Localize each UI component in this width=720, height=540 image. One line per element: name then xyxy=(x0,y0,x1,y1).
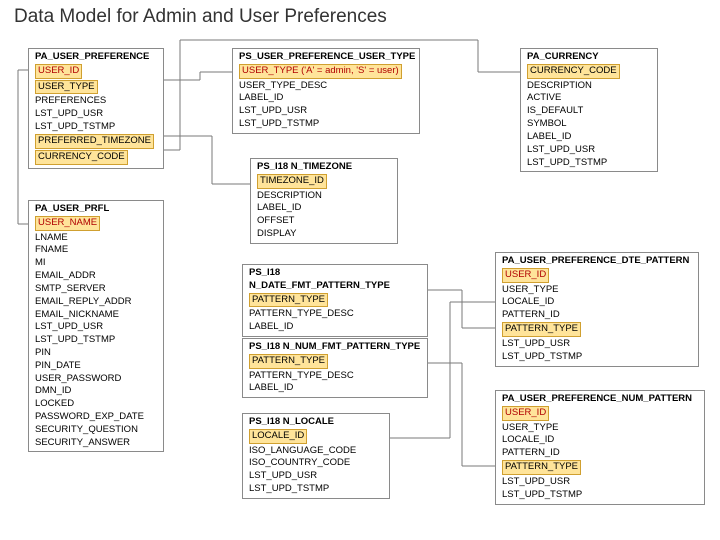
entity-name: PA_CURRENCY xyxy=(525,51,653,64)
entity-field: USER_NAME xyxy=(33,216,159,232)
entity-field: LST_UPD_USR xyxy=(500,476,700,489)
entity-field: LOCALE_ID xyxy=(500,434,700,447)
entity-name: PA_USER_PREFERENCE_NUM_PATTERN xyxy=(500,393,700,406)
entity-field: LST_UPD_TSTMP xyxy=(33,334,159,347)
entity-field: EMAIL_ADDR xyxy=(33,270,159,283)
entity-name: PA_USER_PREFERENCE_DTE_PATTERN xyxy=(500,255,694,268)
entity-field: LST_UPD_USR xyxy=(247,470,385,483)
entity-field: LST_UPD_TSTMP xyxy=(500,489,700,502)
entity-field: USER_TYPE ('A' = admin, 'S' = user) xyxy=(237,64,415,80)
entity-field: LST_UPD_TSTMP xyxy=(237,118,415,131)
entity-field: LOCALE_ID xyxy=(500,296,694,309)
entity-pa-user-prfl: PA_USER_PRFLUSER_NAMELNAMEFNAMEMIEMAIL_A… xyxy=(28,200,164,452)
entity-field: USER_PASSWORD xyxy=(33,373,159,386)
page-title: Data Model for Admin and User Preference… xyxy=(14,6,387,28)
entity-field: PATTERN_ID xyxy=(500,447,700,460)
entity-field: PREFERENCES xyxy=(33,95,159,108)
entity-field: MI xyxy=(33,257,159,270)
entity-field: CURRENCY_CODE xyxy=(33,150,159,166)
entity-field: PATTERN_TYPE xyxy=(247,293,423,309)
entity-field: SECURITY_QUESTION xyxy=(33,424,159,437)
entity-field: ISO_LANGUAGE_CODE xyxy=(247,445,385,458)
entity-field: LABEL_ID xyxy=(237,92,415,105)
entity-field: PATTERN_TYPE xyxy=(247,354,423,370)
entity-pa-currency: PA_CURRENCYCURRENCY_CODEDESCRIPTIONACTIV… xyxy=(520,48,658,172)
entity-field: EMAIL_REPLY_ADDR xyxy=(33,296,159,309)
entity-field: LST_UPD_USR xyxy=(33,321,159,334)
entity-field: LST_UPD_USR xyxy=(500,338,694,351)
entity-field: PIN_DATE xyxy=(33,360,159,373)
entity-field: USER_TYPE xyxy=(500,284,694,297)
entity-field: SYMBOL xyxy=(525,118,653,131)
entity-name: PS_I18 N_DATE_FMT_PATTERN_TYPE xyxy=(247,267,423,293)
entity-field: FNAME xyxy=(33,244,159,257)
entity-field: USER_ID xyxy=(500,268,694,284)
entity-field: DESCRIPTION xyxy=(525,80,653,93)
entity-field: LST_UPD_USR xyxy=(237,105,415,118)
entity-name: PS_USER_PREFERENCE_USER_TYPE xyxy=(237,51,415,64)
entity-field: PREFERRED_TIMEZONE xyxy=(33,134,159,150)
entity-ps-i18n-locale: PS_I18 N_LOCALELOCALE_IDISO_LANGUAGE_COD… xyxy=(242,413,390,499)
entity-field: LST_UPD_USR xyxy=(525,144,653,157)
entity-field: LST_UPD_TSTMP xyxy=(525,157,653,170)
entity-field: IS_DEFAULT xyxy=(525,105,653,118)
entity-field: SECURITY_ANSWER xyxy=(33,437,159,450)
entity-name: PA_USER_PREFERENCE xyxy=(33,51,159,64)
entity-field: LST_UPD_TSTMP xyxy=(33,121,159,134)
entity-name: PS_I18 N_TIMEZONE xyxy=(255,161,393,174)
entity-pa-user-preference-num-pattern: PA_USER_PREFERENCE_NUM_PATTERNUSER_IDUSE… xyxy=(495,390,705,505)
entity-ps-i18n-num-fmt-pattern-type: PS_I18 N_NUM_FMT_PATTERN_TYPEPATTERN_TYP… xyxy=(242,338,428,398)
entity-field: USER_TYPE_DESC xyxy=(237,80,415,93)
entity-field: CURRENCY_CODE xyxy=(525,64,653,80)
entity-ps-user-preference-user-type: PS_USER_PREFERENCE_USER_TYPEUSER_TYPE ('… xyxy=(232,48,420,134)
entity-field: LST_UPD_TSTMP xyxy=(500,351,694,364)
entity-ps-i18n-timezone: PS_I18 N_TIMEZONETIMEZONE_IDDESCRIPTIONL… xyxy=(250,158,398,244)
entity-field: PATTERN_TYPE_DESC xyxy=(247,308,423,321)
entity-field: EMAIL_NICKNAME xyxy=(33,309,159,322)
entity-name: PA_USER_PRFL xyxy=(33,203,159,216)
entity-field: PATTERN_TYPE xyxy=(500,322,694,338)
entity-field: LNAME xyxy=(33,232,159,245)
entity-field: DMN_ID xyxy=(33,385,159,398)
entity-name: PS_I18 N_NUM_FMT_PATTERN_TYPE xyxy=(247,341,423,354)
entity-field: ISO_COUNTRY_CODE xyxy=(247,457,385,470)
entity-name: PS_I18 N_LOCALE xyxy=(247,416,385,429)
entity-field: USER_ID xyxy=(500,406,700,422)
entity-field: USER_TYPE xyxy=(33,80,159,96)
entity-field: PATTERN_TYPE_DESC xyxy=(247,370,423,383)
entity-field: ACTIVE xyxy=(525,92,653,105)
entity-field: OFFSET xyxy=(255,215,393,228)
entity-field: LABEL_ID xyxy=(247,382,423,395)
entity-pa-user-preference: PA_USER_PREFERENCEUSER_IDUSER_TYPEPREFER… xyxy=(28,48,164,169)
entity-field: TIMEZONE_ID xyxy=(255,174,393,190)
entity-field: USER_TYPE xyxy=(500,422,700,435)
entity-field: LST_UPD_TSTMP xyxy=(247,483,385,496)
entity-field: LOCALE_ID xyxy=(247,429,385,445)
entity-field: DISPLAY xyxy=(255,228,393,241)
entity-ps-i18n-date-fmt-pattern-type: PS_I18 N_DATE_FMT_PATTERN_TYPEPATTERN_TY… xyxy=(242,264,428,337)
entity-field: DESCRIPTION xyxy=(255,190,393,203)
entity-pa-user-preference-dte-pattern: PA_USER_PREFERENCE_DTE_PATTERNUSER_IDUSE… xyxy=(495,252,699,367)
entity-field: PIN xyxy=(33,347,159,360)
entity-field: SMTP_SERVER xyxy=(33,283,159,296)
entity-field: LABEL_ID xyxy=(247,321,423,334)
entity-field: USER_ID xyxy=(33,64,159,80)
entity-field: PATTERN_ID xyxy=(500,309,694,322)
entity-field: PATTERN_TYPE xyxy=(500,460,700,476)
entity-field: LABEL_ID xyxy=(525,131,653,144)
entity-field: PASSWORD_EXP_DATE xyxy=(33,411,159,424)
entity-field: LABEL_ID xyxy=(255,202,393,215)
entity-field: LOCKED xyxy=(33,398,159,411)
entity-field: LST_UPD_USR xyxy=(33,108,159,121)
